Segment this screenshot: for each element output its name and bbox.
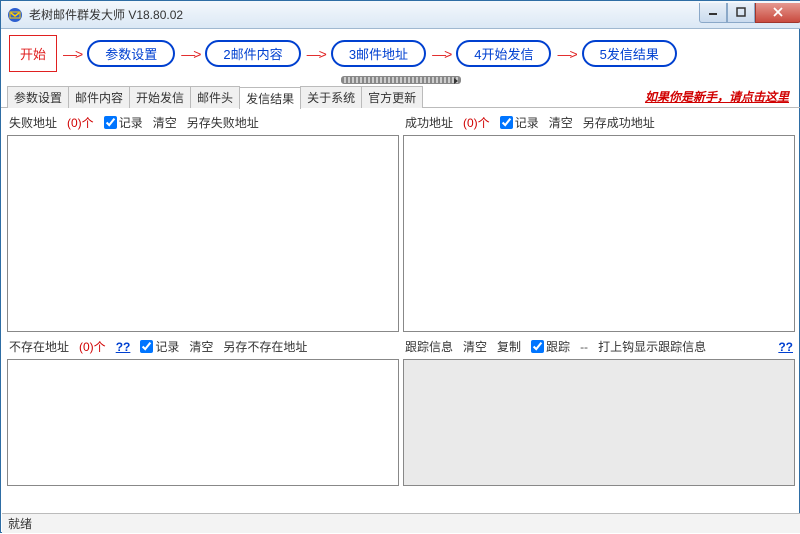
arrow-icon: —> — [61, 46, 83, 62]
divider-handle[interactable] — [341, 76, 461, 84]
notexist-record-checkbox[interactable]: 记录 — [140, 338, 179, 355]
notexist-list[interactable] — [7, 359, 399, 486]
fail-title: 失败地址 — [9, 114, 57, 131]
success-clear-button[interactable]: 清空 — [549, 114, 573, 131]
trace-track-label: 跟踪 — [546, 338, 570, 355]
fail-record-label: 记录 — [119, 114, 143, 131]
pane-notexist: 不存在地址 (0)个 ?? 记录 清空 另存不存在地址 — [7, 336, 399, 486]
arrow-icon: —> — [179, 46, 201, 62]
tab-start-send[interactable]: 开始发信 — [129, 86, 191, 108]
trace-copy-button[interactable]: 复制 — [497, 338, 521, 355]
notexist-record-input[interactable] — [140, 340, 153, 353]
step-content[interactable]: 2邮件内容 — [205, 40, 300, 67]
maximize-button[interactable] — [727, 3, 755, 23]
fail-clear-button[interactable]: 清空 — [153, 114, 177, 131]
step-params[interactable]: 参数设置 — [87, 40, 175, 67]
pane-success: 成功地址 (0)个 记录 清空 另存成功地址 — [403, 112, 795, 332]
pane-trace-header: 跟踪信息 清空 复制 跟踪 -- 打上钩显示跟踪信息 ?? — [403, 336, 795, 359]
tab-send-result[interactable]: 发信结果 — [239, 87, 301, 109]
arrow-icon: —> — [305, 46, 327, 62]
success-list[interactable] — [403, 135, 795, 332]
trace-help-link[interactable]: ?? — [778, 340, 793, 354]
newbie-help-link[interactable]: 如果你是新手，请点击这里 — [645, 88, 795, 105]
success-save-button[interactable]: 另存成功地址 — [583, 114, 655, 131]
status-text: 就绪 — [8, 515, 32, 532]
pane-notexist-header: 不存在地址 (0)个 ?? 记录 清空 另存不存在地址 — [7, 336, 399, 359]
trace-dash: -- — [580, 340, 588, 354]
start-button[interactable]: 开始 — [9, 35, 57, 72]
window-controls — [699, 3, 800, 23]
notexist-clear-button[interactable]: 清空 — [189, 338, 213, 355]
app-icon — [7, 7, 23, 23]
trace-clear-button[interactable]: 清空 — [463, 338, 487, 355]
trace-track-input[interactable] — [531, 340, 544, 353]
minimize-button[interactable] — [699, 3, 727, 23]
step-result[interactable]: 5发信结果 — [582, 40, 677, 67]
fail-record-input[interactable] — [104, 116, 117, 129]
arrow-icon: —> — [555, 46, 577, 62]
step-address[interactable]: 3邮件地址 — [331, 40, 426, 67]
trace-title: 跟踪信息 — [405, 338, 453, 355]
fail-save-button[interactable]: 另存失败地址 — [187, 114, 259, 131]
trace-hint: 打上钩显示跟踪信息 — [598, 338, 706, 355]
tab-update[interactable]: 官方更新 — [361, 86, 423, 108]
notexist-title: 不存在地址 — [9, 338, 69, 355]
pane-trace: 跟踪信息 清空 复制 跟踪 -- 打上钩显示跟踪信息 ?? — [403, 336, 795, 486]
notexist-count: (0)个 — [79, 338, 106, 355]
step-send[interactable]: 4开始发信 — [456, 40, 551, 67]
tab-mail-content[interactable]: 邮件内容 — [68, 86, 130, 108]
fail-list[interactable] — [7, 135, 399, 332]
tab-params[interactable]: 参数设置 — [7, 86, 69, 108]
close-button[interactable] — [755, 3, 800, 23]
result-grid: 失败地址 (0)个 记录 清空 另存失败地址 成功地址 (0)个 记录 清空 另… — [1, 108, 800, 490]
success-count: (0)个 — [463, 114, 490, 131]
pane-success-header: 成功地址 (0)个 记录 清空 另存成功地址 — [403, 112, 795, 135]
trace-list[interactable] — [403, 359, 795, 486]
notexist-save-button[interactable]: 另存不存在地址 — [223, 338, 307, 355]
workflow-bar: 开始 —> 参数设置 —> 2邮件内容 —> 3邮件地址 —> 4开始发信 —>… — [1, 29, 800, 76]
tab-row: 参数设置 邮件内容 开始发信 邮件头 发信结果 关于系统 官方更新 如果你是新手… — [1, 86, 800, 108]
window-title: 老树邮件群发大师 V18.80.02 — [29, 6, 699, 23]
titlebar: 老树邮件群发大师 V18.80.02 — [1, 1, 800, 29]
success-record-checkbox[interactable]: 记录 — [500, 114, 539, 131]
pane-fail-header: 失败地址 (0)个 记录 清空 另存失败地址 — [7, 112, 399, 135]
pane-fail: 失败地址 (0)个 记录 清空 另存失败地址 — [7, 112, 399, 332]
notexist-record-label: 记录 — [155, 338, 179, 355]
notexist-help-link[interactable]: ?? — [116, 340, 131, 354]
success-record-label: 记录 — [515, 114, 539, 131]
tab-mail-header[interactable]: 邮件头 — [190, 86, 240, 108]
arrow-icon: —> — [430, 46, 452, 62]
success-record-input[interactable] — [500, 116, 513, 129]
trace-track-checkbox[interactable]: 跟踪 — [531, 338, 570, 355]
status-bar: 就绪 — [2, 513, 800, 533]
success-title: 成功地址 — [405, 114, 453, 131]
tab-about[interactable]: 关于系统 — [300, 86, 362, 108]
fail-count: (0)个 — [67, 114, 94, 131]
fail-record-checkbox[interactable]: 记录 — [104, 114, 143, 131]
